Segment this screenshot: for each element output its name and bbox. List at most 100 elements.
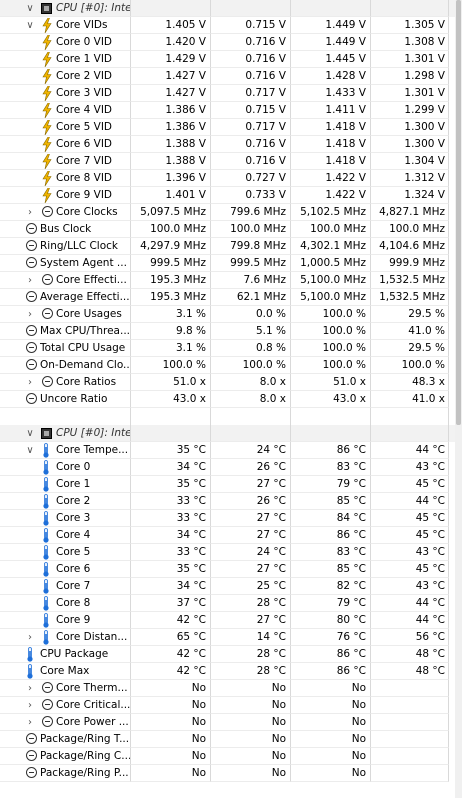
sensor-row[interactable]: Average Effecti... 195.3 MHz 62.1 MHz 5,100…: [0, 289, 462, 306]
current-value: 3.1 %: [131, 340, 211, 357]
sensor-row[interactable]: Package/Ring T... No No No: [0, 731, 462, 748]
sensor-row[interactable]: Core 9 42 °C 27 °C 80 °C 44 °C: [0, 612, 462, 629]
sensor-row[interactable]: Uncore Ratio 43.0 x 8.0 x 43.0 x 41.0 x: [0, 391, 462, 408]
sensor-row[interactable]: Core 2 VID 1.427 V 0.716 V 1.428 V 1.298 V: [0, 68, 462, 85]
average-value: 41.0 x: [371, 391, 449, 408]
sensor-row[interactable]: Core 7 VID 1.388 V 0.716 V 1.418 V 1.304 V: [0, 153, 462, 170]
sensor-row[interactable]: System Agent ... 999.5 MHz 999.5 MHz 1,000.…: [0, 255, 462, 272]
sensor-row[interactable]: Core 6 VID 1.388 V 0.716 V 1.418 V 1.300 V: [0, 136, 462, 153]
group-header-row[interactable]: ∨ CPU [#0]: Intel...: [0, 0, 462, 17]
maximum-value: 79 °C: [291, 476, 371, 493]
sensor-row[interactable]: Core 4 VID 1.386 V 0.715 V 1.411 V 1.299 V: [0, 102, 462, 119]
sensor-row[interactable]: Core 4 34 °C 27 °C 86 °C 45 °C: [0, 527, 462, 544]
sensor-row[interactable]: › Core Critical... No No No: [0, 697, 462, 714]
current-value: 9.8 %: [131, 323, 211, 340]
sensor-row[interactable]: CPU Package 42 °C 28 °C 86 °C 48 °C: [0, 646, 462, 663]
sensor-row[interactable]: Core Max 42 °C 28 °C 86 °C 48 °C: [0, 663, 462, 680]
sensor-name-cell: CPU Package: [0, 646, 131, 663]
current-value: 33 °C: [131, 544, 211, 561]
current-value: No: [131, 697, 211, 714]
sensor-name-cell: ∨ CPU [#0]: Intel...: [0, 0, 131, 17]
sensor-row[interactable]: Core 1 35 °C 27 °C 79 °C 45 °C: [0, 476, 462, 493]
current-value: 33 °C: [131, 493, 211, 510]
collapse-chevron-icon[interactable]: ∨: [24, 0, 36, 16]
maximum-value: 4,302.1 MHz: [291, 238, 371, 255]
sensor-row[interactable]: Core 8 VID 1.396 V 0.727 V 1.422 V 1.312 V: [0, 170, 462, 187]
sensor-row[interactable]: Core 3 33 °C 27 °C 84 °C 45 °C: [0, 510, 462, 527]
group-header-row[interactable]: ∨ CPU [#0]: Intel...: [0, 425, 462, 442]
average-value: 43 °C: [371, 544, 449, 561]
average-value: 45 °C: [371, 510, 449, 527]
sensor-row[interactable]: Core 5 33 °C 24 °C 83 °C 43 °C: [0, 544, 462, 561]
average-value: 44 °C: [371, 612, 449, 629]
maximum-value: 5,100.0 MHz: [291, 289, 371, 306]
sensor-row[interactable]: Core 1 VID 1.429 V 0.716 V 1.445 V 1.301 V: [0, 51, 462, 68]
sensor-row[interactable]: › Core Therm... No No No: [0, 680, 462, 697]
collapse-chevron-icon[interactable]: ∨: [24, 442, 36, 458]
average-value: 48 °C: [371, 663, 449, 680]
expand-chevron-icon[interactable]: ›: [24, 374, 36, 390]
sensor-row[interactable]: Package/Ring C... No No No: [0, 748, 462, 765]
maximum-value: [291, 425, 371, 442]
average-value: [371, 748, 449, 765]
clock-icon: [26, 223, 37, 234]
sensor-name-cell: Core 4: [0, 527, 131, 544]
maximum-value: 76 °C: [291, 629, 371, 646]
sensor-row[interactable]: › Core Effecti... 195.3 MHz 7.6 MHz 5,100.0 …: [0, 272, 462, 289]
lightning-icon: [42, 35, 52, 50]
sensor-row[interactable]: Bus Clock 100.0 MHz 100.0 MHz 100.0 MHz 100.…: [0, 221, 462, 238]
sensor-row[interactable]: Core 0 VID 1.420 V 0.716 V 1.449 V 1.308 V: [0, 34, 462, 51]
sensor-row[interactable]: Core 7 34 °C 25 °C 82 °C 43 °C: [0, 578, 462, 595]
sensor-row[interactable]: Max CPU/Threa... 9.8 % 5.1 % 100.0 % 41.0 %: [0, 323, 462, 340]
sensor-label: Core 0: [56, 461, 91, 473]
sensor-row[interactable]: Core 6 35 °C 27 °C 85 °C 45 °C: [0, 561, 462, 578]
sensor-row[interactable]: Ring/LLC Clock 4,297.9 MHz 799.8 MHz 4,302.…: [0, 238, 462, 255]
collapse-chevron-icon[interactable]: ∨: [24, 17, 36, 33]
maximum-value: 85 °C: [291, 493, 371, 510]
scrollbar-thumb[interactable]: [456, 0, 461, 425]
sensor-row[interactable]: › Core Distan... 65 °C 14 °C 76 °C 56 °C: [0, 629, 462, 646]
collapse-chevron-icon[interactable]: ∨: [24, 425, 36, 441]
sensor-label: Package/Ring T...: [40, 733, 130, 745]
expand-chevron-icon[interactable]: ›: [24, 204, 36, 220]
maximum-value: 1.422 V: [291, 187, 371, 204]
sensor-row[interactable]: › Core Clocks 5,097.5 MHz 799.6 MHz 5,102.5 …: [0, 204, 462, 221]
sensor-row[interactable]: › Core Usages 3.1 % 0.0 % 100.0 % 29.5 %: [0, 306, 462, 323]
minimum-value: 27 °C: [211, 476, 291, 493]
sensor-row[interactable]: Core 8 37 °C 28 °C 79 °C 44 °C: [0, 595, 462, 612]
sensor-row[interactable]: Core 9 VID 1.401 V 0.733 V 1.422 V 1.324 V: [0, 187, 462, 204]
thermometer-icon: [43, 443, 49, 458]
minimum-value: 0.716 V: [211, 153, 291, 170]
average-value: 1.312 V: [371, 170, 449, 187]
sensor-name-cell: Total CPU Usage: [0, 340, 131, 357]
minimum-value: [211, 408, 291, 425]
maximum-value: 84 °C: [291, 510, 371, 527]
thermometer-icon: [27, 647, 33, 662]
expand-chevron-icon[interactable]: ›: [24, 680, 36, 696]
sensor-row[interactable]: On-Demand Clo... 100.0 % 100.0 % 100.0 % 100…: [0, 357, 462, 374]
maximum-value: 86 °C: [291, 646, 371, 663]
sensor-name-cell: Core 0: [0, 459, 131, 476]
minimum-value: 27 °C: [211, 612, 291, 629]
expand-chevron-icon[interactable]: ›: [24, 629, 36, 645]
expand-chevron-icon[interactable]: ›: [24, 714, 36, 730]
sensor-row[interactable]: Core 0 34 °C 26 °C 83 °C 43 °C: [0, 459, 462, 476]
sensor-row[interactable]: ∨ Core Tempe... 35 °C 24 °C 86 °C 44 °C: [0, 442, 462, 459]
sensor-row[interactable]: Core 5 VID 1.386 V 0.717 V 1.418 V 1.300 V: [0, 119, 462, 136]
maximum-value: No: [291, 731, 371, 748]
sensor-row[interactable]: Core 2 33 °C 26 °C 85 °C 44 °C: [0, 493, 462, 510]
sensor-row[interactable]: ∨ Core VIDs 1.405 V 0.715 V 1.449 V 1.305 V: [0, 17, 462, 34]
sensor-name-cell: › Core Usages: [0, 306, 131, 323]
expand-chevron-icon[interactable]: ›: [24, 697, 36, 713]
minimum-value: 999.5 MHz: [211, 255, 291, 272]
expand-chevron-icon[interactable]: ›: [24, 306, 36, 322]
sensor-row[interactable]: › Core Power ... No No No: [0, 714, 462, 731]
minimum-value: 0.715 V: [211, 102, 291, 119]
expand-chevron-icon[interactable]: ›: [24, 272, 36, 288]
sensor-name-cell: Core 9 VID: [0, 187, 131, 204]
sensor-row[interactable]: Total CPU Usage 3.1 % 0.8 % 100.0 % 29.5 %: [0, 340, 462, 357]
sensor-row[interactable]: › Core Ratios 51.0 x 8.0 x 51.0 x 48.3 x: [0, 374, 462, 391]
sensor-name-cell: Core 9: [0, 612, 131, 629]
sensor-row[interactable]: Core 3 VID 1.427 V 0.717 V 1.433 V 1.301 V: [0, 85, 462, 102]
sensor-row[interactable]: Package/Ring P... No No No: [0, 765, 462, 782]
